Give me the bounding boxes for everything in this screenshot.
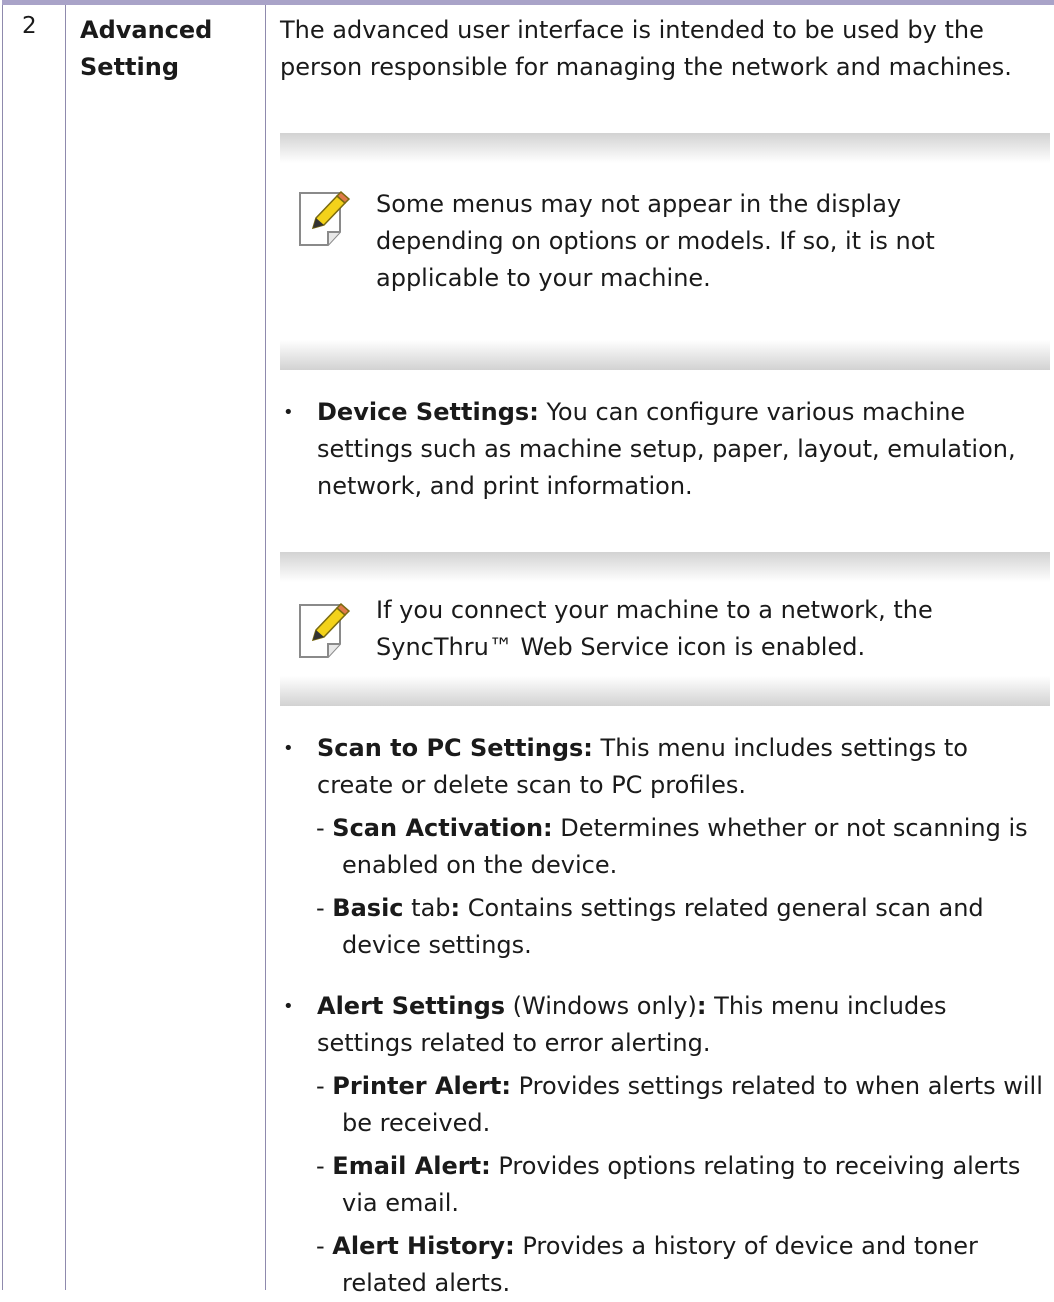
- sub-label: Alert History:: [332, 1232, 515, 1260]
- row-number: 2: [22, 13, 37, 39]
- sub-mid: tab: [403, 894, 451, 922]
- row-title-line2: Setting: [80, 53, 179, 81]
- bullet-colon: :: [696, 992, 707, 1020]
- sub-item-basic-tab: - Basic tab: Contains settings related g…: [280, 890, 1046, 964]
- list-item-scan-settings: Scan to PC Settings: This menu includes …: [280, 730, 1046, 804]
- bullet-label: Device Settings:: [317, 398, 539, 426]
- bullet-mid: (Windows only): [505, 992, 697, 1020]
- sub-item-email-alert: - Email Alert: Provides options relating…: [280, 1148, 1046, 1222]
- row-title: Advanced Setting: [80, 12, 260, 86]
- note-box: If you connect your machine to a network…: [280, 552, 1050, 706]
- table-divider-1: [65, 5, 66, 1290]
- list-item-device-settings: Device Settings: You can configure vario…: [280, 394, 1046, 505]
- bullet-label: Scan to PC Settings:: [317, 734, 593, 762]
- row-title-line1: Advanced: [80, 16, 213, 44]
- dash: -: [316, 1072, 333, 1100]
- sub-item-scan-activation: - Scan Activation: Determines whether or…: [280, 810, 1046, 884]
- dash: -: [316, 894, 333, 922]
- table-border-left: [2, 5, 3, 1290]
- sub-label: Printer Alert:: [332, 1072, 511, 1100]
- sub-label: Scan Activation:: [332, 814, 553, 842]
- note-text: If you connect your machine to a network…: [376, 596, 933, 661]
- table-divider-2: [265, 5, 266, 1290]
- list-item-alert-settings: Alert Settings (Windows only): This menu…: [280, 988, 1046, 1062]
- intro-text: The advanced user interface is intended …: [280, 16, 1012, 81]
- sub-item-alert-history: - Alert History: Provides a history of d…: [280, 1228, 1046, 1302]
- dash: -: [316, 1152, 333, 1180]
- sub-label: Email Alert:: [332, 1152, 491, 1180]
- note-pencil-icon: [299, 190, 351, 246]
- note-text: Some menus may not appear in the display…: [376, 190, 935, 292]
- table-top-rule: [2, 0, 1054, 5]
- row-content: The advanced user interface is intended …: [280, 12, 1050, 1302]
- sub-colon: :: [450, 894, 461, 922]
- note-box: Some menus may not appear in the display…: [280, 133, 1050, 370]
- dash: -: [316, 814, 333, 842]
- sub-item-printer-alert: - Printer Alert: Provides settings relat…: [280, 1068, 1046, 1142]
- dash: -: [316, 1232, 333, 1260]
- note-pencil-icon: [299, 602, 351, 658]
- bullet-label: Alert Settings: [317, 992, 506, 1020]
- sub-label: Basic: [332, 894, 404, 922]
